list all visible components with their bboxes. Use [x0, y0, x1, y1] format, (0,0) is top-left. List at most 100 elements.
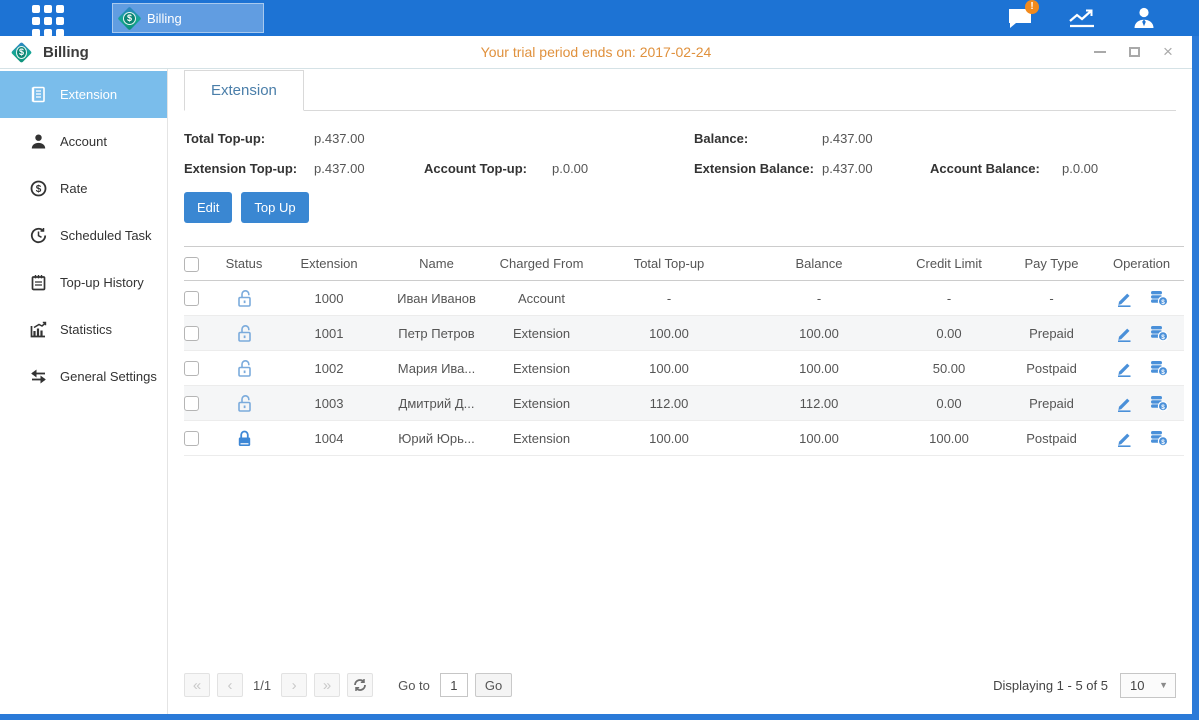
sidebar: Extension Account $ Rate	[0, 69, 168, 714]
row-checkbox[interactable]	[184, 291, 199, 306]
page-size-select[interactable]: 10 ▼	[1120, 673, 1176, 698]
page-indicator: 1/1	[253, 678, 271, 693]
cell-extension: 1004	[274, 421, 384, 456]
displaying-text: Displaying 1 - 5 of 5	[993, 678, 1108, 693]
cell-pay-type: -	[1004, 281, 1099, 316]
status-lock-icon	[236, 359, 253, 374]
cell-name: Юрий Юрь...	[384, 421, 489, 456]
account-topup-label: Account Top-up:	[424, 161, 552, 176]
refresh-icon[interactable]	[347, 673, 373, 697]
top-up-coins-icon[interactable]: $	[1149, 289, 1169, 307]
cell-balance: 100.00	[744, 421, 894, 456]
top-up-coins-icon[interactable]: $	[1149, 429, 1169, 447]
row-checkbox[interactable]	[184, 396, 199, 411]
go-to-label: Go to	[398, 678, 430, 693]
tab-extension[interactable]: Extension	[184, 70, 304, 111]
cell-charged-from: Extension	[489, 421, 594, 456]
account-balance-value: p.0.00	[1062, 161, 1176, 176]
prev-page-button[interactable]: ‹	[217, 673, 243, 697]
dollar-circle-icon: $	[30, 180, 47, 197]
user-icon[interactable]	[1129, 5, 1159, 31]
cell-total-topup: 100.00	[594, 316, 744, 351]
svg-text:$: $	[1161, 334, 1165, 341]
balance-value: p.437.00	[822, 131, 930, 146]
top-up-coins-icon[interactable]: $	[1149, 359, 1169, 377]
maximize-button[interactable]	[1126, 44, 1142, 60]
extension-topup-value: p.437.00	[314, 161, 424, 176]
status-lock-icon	[236, 394, 253, 409]
sidebar-item-label: Top-up History	[60, 275, 144, 290]
close-button[interactable]: ×	[1160, 44, 1176, 60]
sidebar-item-label: Scheduled Task	[60, 228, 152, 243]
extension-balance-label: Extension Balance:	[694, 161, 822, 176]
sidebar-item-scheduled-task[interactable]: Scheduled Task	[0, 212, 167, 259]
svg-text:$: $	[1161, 369, 1165, 376]
taskbar-tab-billing[interactable]: $ Billing	[112, 3, 264, 33]
top-up-coins-icon[interactable]: $	[1149, 324, 1169, 342]
svg-text:$: $	[1161, 404, 1165, 411]
col-balance: Balance	[744, 247, 894, 281]
total-topup-value: p.437.00	[314, 131, 424, 146]
total-topup-label: Total Top-up:	[184, 131, 314, 146]
cell-name: Иван Иванов	[384, 281, 489, 316]
sidebar-item-general-settings[interactable]: General Settings	[0, 353, 167, 400]
sidebar-item-label: Rate	[60, 181, 87, 196]
first-page-button[interactable]: «	[184, 673, 210, 697]
edit-icon[interactable]	[1115, 359, 1133, 377]
edit-icon[interactable]	[1115, 324, 1133, 342]
cell-balance: -	[744, 281, 894, 316]
chat-icon[interactable]: !	[1005, 5, 1035, 31]
sliders-icon	[30, 368, 47, 385]
cell-name: Дмитрий Д...	[384, 386, 489, 421]
edit-icon[interactable]	[1115, 429, 1133, 447]
sidebar-item-rate[interactable]: $ Rate	[0, 165, 167, 212]
cell-credit-limit: 0.00	[894, 316, 1004, 351]
tab-label: Extension	[211, 82, 277, 99]
sidebar-item-statistics[interactable]: Statistics	[0, 306, 167, 353]
cell-balance: 100.00	[744, 351, 894, 386]
last-page-button[interactable]: »	[314, 673, 340, 697]
col-credit-limit: Credit Limit	[894, 247, 1004, 281]
row-checkbox[interactable]	[184, 431, 199, 446]
status-lock-icon	[236, 429, 253, 444]
sidebar-item-topup-history[interactable]: Top-up History	[0, 259, 167, 306]
col-total-topup: Total Top-up	[594, 247, 744, 281]
next-page-button[interactable]: ›	[281, 673, 307, 697]
sidebar-item-label: Statistics	[60, 322, 112, 337]
sidebar-item-account[interactable]: Account	[0, 118, 167, 165]
action-buttons: Edit Top Up	[184, 192, 1176, 223]
account-topup-value: p.0.00	[552, 161, 694, 176]
sidebar-item-extension[interactable]: Extension	[0, 71, 167, 118]
summary-panel: Total Top-up: p.437.00 Balance: p.437.00…	[184, 131, 1176, 176]
table-row: 1004Юрий Юрь...Extension100.00100.00100.…	[184, 421, 1184, 456]
top-up-button[interactable]: Top Up	[241, 192, 308, 223]
select-all-checkbox[interactable]	[184, 257, 199, 272]
taskbar-tab-label: Billing	[147, 11, 182, 26]
chart-icon[interactable]	[1067, 5, 1097, 31]
cell-total-topup: 112.00	[594, 386, 744, 421]
top-up-coins-icon[interactable]: $	[1149, 394, 1169, 412]
minimize-button[interactable]	[1092, 44, 1108, 60]
window-titlebar: $ Billing Your trial period ends on: 201…	[0, 36, 1192, 69]
cell-name: Петр Петров	[384, 316, 489, 351]
svg-text:$: $	[36, 184, 42, 195]
stats-icon	[30, 321, 47, 338]
row-checkbox[interactable]	[184, 326, 199, 341]
row-checkbox[interactable]	[184, 361, 199, 376]
edit-icon[interactable]	[1115, 289, 1133, 307]
edit-button[interactable]: Edit	[184, 192, 232, 223]
cell-pay-type: Postpaid	[1004, 421, 1099, 456]
sidebar-item-label: Account	[60, 134, 107, 149]
apps-grid-icon[interactable]	[32, 5, 72, 31]
go-to-input[interactable]	[440, 673, 468, 697]
cell-extension: 1001	[274, 316, 384, 351]
cell-pay-type: Prepaid	[1004, 316, 1099, 351]
edit-icon[interactable]	[1115, 394, 1133, 412]
billing-app-icon: $	[117, 6, 141, 30]
table-row: 1002Мария Ива...Extension100.00100.0050.…	[184, 351, 1184, 386]
col-extension: Extension	[274, 247, 384, 281]
go-button[interactable]: Go	[475, 673, 512, 697]
cell-extension: 1003	[274, 386, 384, 421]
notepad-icon	[30, 274, 47, 291]
billing-window: $ Billing Your trial period ends on: 201…	[0, 36, 1192, 714]
